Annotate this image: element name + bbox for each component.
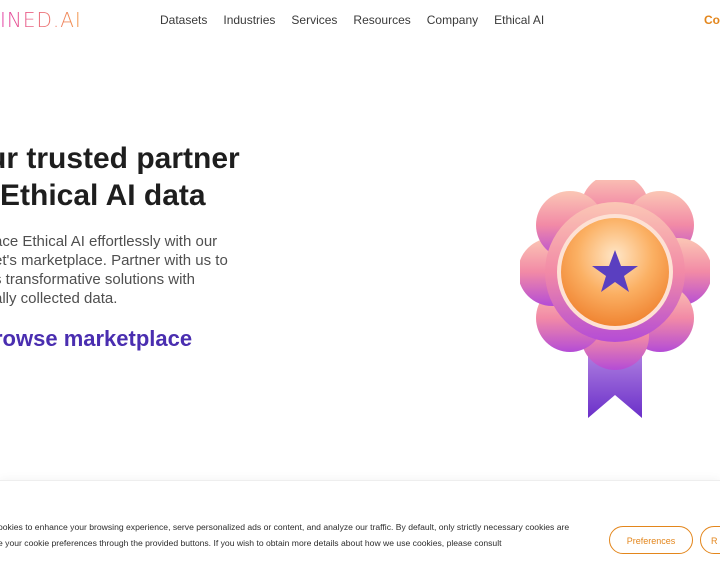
contact-cta-link[interactable]: Co: [704, 13, 720, 27]
nav-company[interactable]: Company: [427, 13, 478, 27]
nav-resources[interactable]: Resources: [353, 13, 410, 27]
site-header: INED.AI Datasets Industries Services Res…: [0, 0, 720, 42]
preferences-button[interactable]: Preferences: [609, 526, 693, 554]
nav-datasets[interactable]: Datasets: [160, 13, 207, 27]
hero-title-line-2: Ethical AI data: [0, 179, 206, 212]
hero-desc-line: ace Ethical AI effortlessly with our: [0, 233, 218, 250]
hero-desc-line: ally collected data.: [0, 290, 118, 307]
hero-description: ace Ethical AI effortlessly with our et'…: [0, 232, 260, 308]
award-badge-illustration: [520, 180, 710, 418]
cookie-notice-text: ookies to enhance your browsing experien…: [0, 519, 588, 551]
hero-desc-line: et's marketplace. Partner with us to: [0, 252, 228, 269]
hero-desc-line: s transformative solutions with: [0, 271, 195, 288]
cookie-text-line-1: ookies to enhance your browsing experien…: [0, 522, 570, 532]
nav-ethical-ai[interactable]: Ethical AI: [494, 13, 544, 27]
cookie-consent-bar: ookies to enhance your browsing experien…: [0, 480, 720, 577]
main-nav: Datasets Industries Services Resources C…: [160, 13, 560, 27]
cookie-text-line-2: e your cookie preferences through the pr…: [0, 538, 502, 548]
hero-title-line-1: ur trusted partner: [0, 142, 240, 175]
hero-title: ur trusted partner Ethical AI data: [0, 140, 300, 214]
browse-marketplace-link[interactable]: rowse marketplace: [0, 326, 192, 352]
nav-industries[interactable]: Industries: [223, 13, 275, 27]
cookie-secondary-button[interactable]: R: [700, 526, 720, 554]
nav-services[interactable]: Services: [291, 13, 337, 27]
logo[interactable]: INED.AI: [0, 8, 82, 32]
